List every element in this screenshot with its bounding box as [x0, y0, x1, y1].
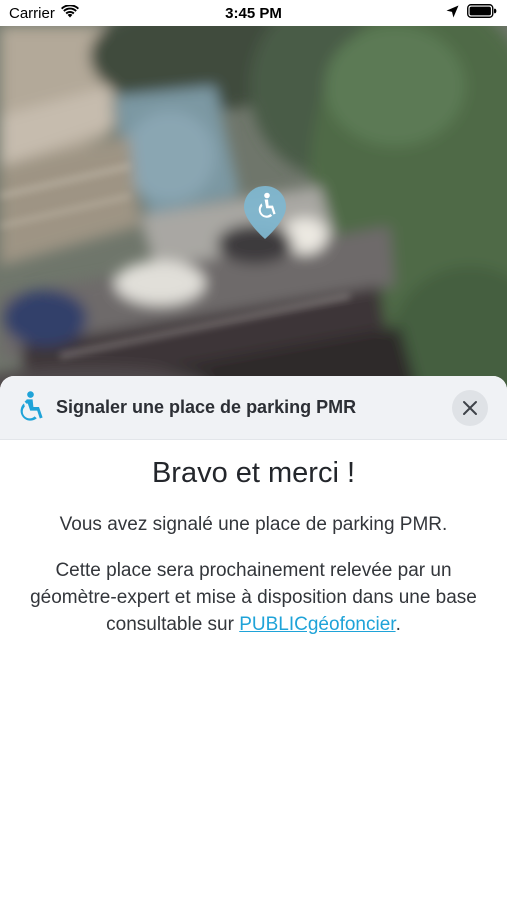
status-time: 3:45 PM: [225, 5, 282, 22]
sheet-title: Signaler une place de parking PMR: [56, 397, 357, 417]
map-marker-wheelchair[interactable]: [242, 185, 288, 241]
confirmation-message: Vous avez signalé une place de parking P…: [59, 513, 448, 535]
report-confirmation-sheet: Signaler une place de parking PMR Bravo …: [0, 376, 507, 900]
close-icon: [463, 401, 477, 415]
wheelchair-icon: [16, 391, 46, 423]
satellite-map[interactable]: [0, 26, 507, 398]
follow-up-message: Cette place sera prochainement relevée p…: [14, 557, 493, 638]
location-arrow-icon: [446, 5, 459, 22]
status-bar: Carrier 3:45 PM: [0, 0, 507, 26]
sheet-header: Signaler une place de parking PMR: [0, 376, 507, 440]
follow-up-end: .: [395, 613, 401, 635]
app-screen: Carrier 3:45 PM Signaler une place de pa…: [0, 0, 507, 900]
status-right: [446, 4, 497, 22]
battery-icon: [467, 4, 497, 22]
publicgeofoncier-link[interactable]: PUBLICgéofoncier: [239, 614, 395, 635]
confirmation-heading: Bravo et merci !: [151, 457, 356, 489]
confirmation-content: Bravo et merci ! Vous avez signalé une p…: [0, 456, 507, 657]
close-button[interactable]: [452, 390, 488, 426]
